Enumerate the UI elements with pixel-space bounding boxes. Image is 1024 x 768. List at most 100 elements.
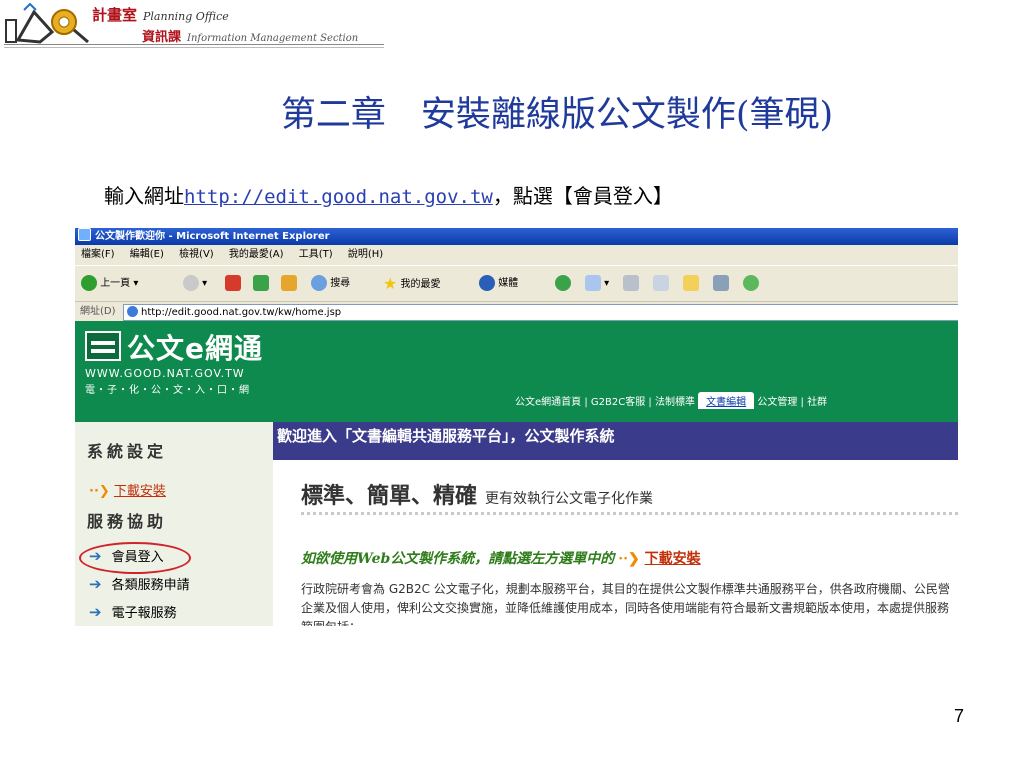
sidebar-item-label: 電子報服務 xyxy=(111,606,177,621)
media-button[interactable]: 媒體 xyxy=(479,275,518,293)
slogan-main: 標準、簡單、精確 xyxy=(301,484,478,509)
menu-favorites[interactable]: 我的最愛(A) xyxy=(229,249,284,260)
browser-menubar: 檔案(F) 編輯(E) 檢視(V) 我的最愛(A) 工具(T) 說明(H) xyxy=(75,245,958,265)
edit-icon xyxy=(653,275,669,291)
search-icon xyxy=(311,275,327,291)
site-logo-icon xyxy=(85,331,121,361)
logo-en-section: Information Management Section xyxy=(187,33,359,44)
media-button-label: 媒體 xyxy=(498,278,519,289)
mail-icon xyxy=(585,275,601,291)
logo-cn-section: 資訊課 xyxy=(142,30,182,45)
invite-text: 如欲使用Web公文製作系統，請點選左方選單中的 xyxy=(301,551,615,567)
instruction-line: 輸入網址http://edit.good.nat.gov.tw，點選【會員登入】 xyxy=(104,180,673,209)
back-button-label: 上一頁 xyxy=(100,278,131,289)
home-button[interactable] xyxy=(281,275,297,293)
highlight-circle xyxy=(79,542,191,574)
invite-download-link[interactable]: 下載安裝 xyxy=(645,551,701,567)
search-button-label: 搜尋 xyxy=(330,278,351,289)
forward-arrow-icon xyxy=(183,275,199,291)
history-icon xyxy=(555,275,571,291)
research-button[interactable] xyxy=(713,275,729,293)
invite-line: 如欲使用Web公文製作系統，請點選左方選單中的 ··❯ 下載安裝 xyxy=(301,548,701,568)
address-url: http://edit.good.nat.gov.tw/kw/home.jsp xyxy=(141,307,342,318)
blue-arrow-icon: ➔ xyxy=(89,603,102,621)
sidebar-download-link[interactable]: 下載安裝 xyxy=(114,484,166,499)
menu-edit[interactable]: 編輯(E) xyxy=(130,249,164,260)
logo-en-office: Planning Office xyxy=(143,10,229,23)
address-label: 網址(D) xyxy=(80,306,116,317)
logo-emblem-icon xyxy=(5,2,89,44)
home-icon xyxy=(281,275,297,291)
nav-community[interactable]: 社群 xyxy=(807,397,827,408)
site-sidebar: 系統設定 ··❯ 下載安裝 服務協助 ➔ 會員登入 ➔ 各類服務申請 ➔ 電子報服務 xyxy=(75,422,273,626)
browser-window: 公文製作歡迎你 - Microsoft Internet Explorer 檔案… xyxy=(75,228,958,626)
mail-button[interactable]: ▾ xyxy=(585,275,609,293)
logo-section-text: 資訊課 Information Management Section xyxy=(142,26,358,45)
logo-office-text: 計畫室 Planning Office xyxy=(92,4,229,25)
address-bar: 網址(D) http://edit.good.nat.gov.tw/kw/hom… xyxy=(75,301,958,322)
sidebar-heading-services: 服務協助 xyxy=(87,512,168,531)
welcome-banner: 歡迎進入「文書編輯共通服務平台」，公文製作系統 xyxy=(273,422,958,460)
favorites-button[interactable]: ★ 我的最愛 xyxy=(383,275,441,293)
messenger-button[interactable] xyxy=(743,275,759,293)
orange-arrow-icon: ··❯ xyxy=(89,484,110,499)
ie-app-icon xyxy=(78,228,91,241)
menu-file[interactable]: 檔案(F) xyxy=(81,249,115,260)
instruction-prefix: 輸入網址 xyxy=(104,184,184,208)
print-button[interactable] xyxy=(623,275,639,293)
stop-button[interactable] xyxy=(225,275,241,293)
favorites-button-label: 我的最愛 xyxy=(400,279,441,290)
sidebar-download[interactable]: ··❯ 下載安裝 xyxy=(89,480,166,499)
nav-standards[interactable]: 法制標準 xyxy=(655,397,695,408)
browser-titlebar: 公文製作歡迎你 - Microsoft Internet Explorer xyxy=(75,228,958,245)
history-button[interactable] xyxy=(555,275,571,293)
site-name: 公文e網通 xyxy=(127,332,263,365)
sidebar-item-newsletter[interactable]: ➔ 電子報服務 xyxy=(89,602,177,621)
search-button[interactable]: 搜尋 xyxy=(311,275,350,293)
research-icon xyxy=(713,275,729,291)
site-url: WWW.GOOD.NAT.GOV.TW xyxy=(85,367,245,380)
instruction-url-link[interactable]: http://edit.good.nat.gov.tw xyxy=(184,186,493,208)
media-icon xyxy=(479,275,495,291)
office-logo: 計畫室 Planning Office 資訊課 Information Manage… xyxy=(0,0,390,60)
blue-arrow-icon: ➔ xyxy=(89,575,102,593)
logo-divider xyxy=(4,44,384,45)
slide-title: 第二章 安裝離線版公文製作(筆硯) xyxy=(280,95,834,135)
forward-button[interactable]: ▾ xyxy=(183,275,207,293)
refresh-icon xyxy=(253,275,269,291)
print-icon xyxy=(623,275,639,291)
slogan: 標準、簡單、精確 更有效執行公文電子化作業 xyxy=(301,478,653,510)
nav-g2b2c[interactable]: G2B2C客服 xyxy=(591,397,645,408)
browser-toolbar: 上一頁 ▾ ▾ 搜尋 ★ 我的最愛 媒體 ▾ xyxy=(75,265,958,302)
logo-divider-2 xyxy=(4,47,384,48)
address-input[interactable]: http://edit.good.nat.gov.tw/kw/home.jsp xyxy=(123,304,958,321)
page-number: 7 xyxy=(954,706,965,726)
menu-tools[interactable]: 工具(T) xyxy=(299,249,333,260)
sidebar-item-label: 各類服務申請 xyxy=(111,578,190,593)
nav-doc-edit[interactable]: 文書編輯 xyxy=(698,392,755,409)
slogan-sub: 更有效執行公文電子化作業 xyxy=(485,491,654,507)
folder-button[interactable] xyxy=(683,275,699,293)
orange-arrow-icon: ··❯ xyxy=(618,551,640,567)
intro-paragraph: 行政院研考會為 G2B2C 公文電子化，規劃本服務平台，其目的在提供公文製作標準… xyxy=(301,582,950,626)
nav-home[interactable]: 公文e網通首頁 xyxy=(515,397,581,408)
sidebar-item-service-apply[interactable]: ➔ 各類服務申請 xyxy=(89,574,190,593)
dotted-divider xyxy=(301,512,958,515)
refresh-button[interactable] xyxy=(253,275,269,293)
menu-view[interactable]: 檢視(V) xyxy=(179,249,214,260)
messenger-icon xyxy=(743,275,759,291)
nav-doc-manage[interactable]: 公文管理 xyxy=(757,397,797,408)
instruction-suffix: ，點選【會員登入】 xyxy=(492,184,673,208)
menu-help[interactable]: 說明(H) xyxy=(348,249,383,260)
folder-icon xyxy=(683,275,699,291)
browser-window-title: 公文製作歡迎你 - Microsoft Internet Explorer xyxy=(95,231,330,242)
back-button[interactable]: 上一頁 ▾ xyxy=(81,275,138,293)
back-arrow-icon xyxy=(81,275,97,291)
page-globe-icon xyxy=(127,306,138,317)
logo-cn-office: 計畫室 xyxy=(92,6,138,24)
site-header: 公文e網通 WWW.GOOD.NAT.GOV.TW 電・子・化・公・文・入・口・… xyxy=(75,321,958,422)
sidebar-heading-settings: 系統設定 xyxy=(87,442,168,461)
site-subtitle: 電・子・化・公・文・入・口・網 xyxy=(85,385,250,396)
edit-button[interactable] xyxy=(653,275,669,293)
content-main: 標準、簡單、精確 更有效執行公文電子化作業 如欲使用Web公文製作系統，請點選左方… xyxy=(273,460,958,626)
